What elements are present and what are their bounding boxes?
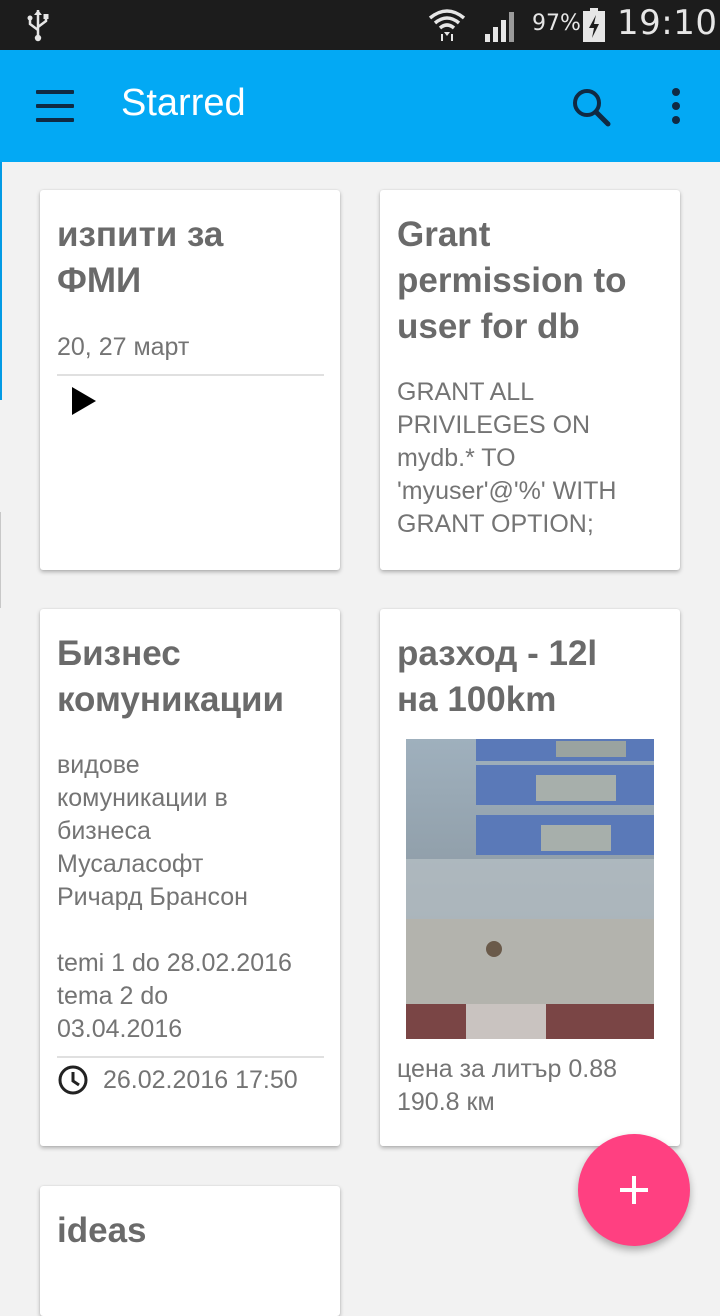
menu-button[interactable] (28, 80, 84, 132)
usb-icon (27, 10, 49, 42)
play-icon[interactable] (72, 387, 96, 415)
note-title: Grant permission to user for db (397, 215, 627, 346)
search-button[interactable] (566, 82, 616, 132)
note-title: изпити за ФМИ (57, 215, 224, 300)
note-body: GRANT ALL PRIVILEGES ON mydb.* TO 'myuse… (397, 378, 617, 538)
reminder-time: 26.02.2016 17:50 (103, 1066, 298, 1094)
search-icon (573, 89, 611, 127)
app-bar: Starred (0, 50, 720, 162)
more-options-button[interactable] (660, 82, 692, 132)
drawer-edge (0, 162, 2, 400)
menu-icon (36, 90, 74, 94)
note-card[interactable]: ideas (40, 1186, 340, 1316)
note-body: 20, 27 март (57, 333, 190, 361)
drawer-edge-secondary (0, 512, 1, 608)
status-bar: 97% 19:10 (0, 0, 720, 50)
battery-percent: 97% (532, 11, 581, 36)
clock-icon (58, 1065, 88, 1095)
note-body: цена за литър 0.88 190.8 км (397, 1055, 618, 1116)
note-title: Бизнес комуникации (57, 634, 285, 719)
more-vert-icon (672, 88, 680, 124)
page-title: Starred (121, 82, 246, 124)
note-card[interactable]: разход - 12l на 100km цена за литър 0.88… (380, 609, 680, 1146)
note-title: ideas (57, 1211, 147, 1250)
note-card[interactable]: Grant permission to user for db GRANT AL… (380, 190, 680, 570)
signal-icon (485, 12, 514, 42)
fuel-pump-photo (406, 739, 654, 1039)
divider (57, 1056, 324, 1058)
note-body: видове комуникации в бизнеса Мусаласофт … (57, 751, 292, 1043)
note-card[interactable]: изпити за ФМИ 20, 27 март (40, 190, 340, 570)
add-note-button[interactable] (578, 1134, 690, 1246)
note-card[interactable]: Бизнес комуникации видове комуникации в … (40, 609, 340, 1146)
clock-time: 19:10 (617, 3, 718, 43)
note-title: разход - 12l на 100km (397, 634, 598, 719)
battery-charging-icon (583, 8, 605, 42)
divider (57, 374, 324, 376)
wifi-icon (428, 9, 466, 41)
